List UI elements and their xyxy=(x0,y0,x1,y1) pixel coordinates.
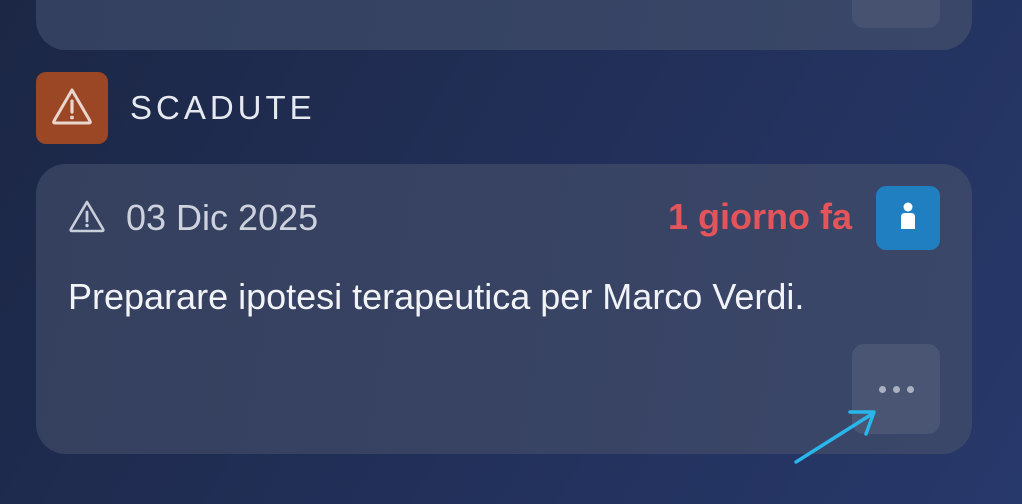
previous-task-card xyxy=(36,0,972,50)
ellipsis-dot xyxy=(892,385,900,393)
user-icon xyxy=(897,201,919,236)
warning-icon xyxy=(68,199,106,238)
ellipsis-icon xyxy=(878,385,886,393)
task-date-row: 03 Dic 2025 xyxy=(68,197,319,238)
task-overdue-label: 1 giorno fa xyxy=(667,196,852,237)
warning-icon xyxy=(51,87,93,130)
previous-card-more-button[interactable] xyxy=(852,0,940,28)
section-header-overdue: SCADUTE xyxy=(36,72,316,144)
section-title: SCADUTE xyxy=(130,89,316,126)
ellipsis-dot xyxy=(906,385,914,393)
section-warning-badge xyxy=(36,72,108,144)
task-due-date: 03 Dic 2025 xyxy=(126,197,319,238)
task-description: Preparare ipotesi terapeutica per Marco … xyxy=(68,276,805,317)
assignee-badge[interactable] xyxy=(876,186,940,250)
pointer-arrow-annotation xyxy=(790,400,890,475)
